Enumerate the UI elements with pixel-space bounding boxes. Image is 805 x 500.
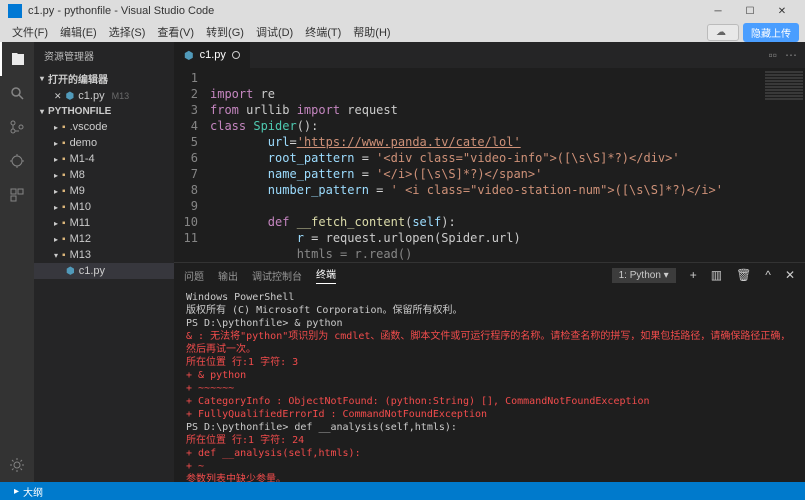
status-outline[interactable]: ▸大纲 (8, 484, 49, 499)
python-file-icon: ⬢ (66, 91, 75, 102)
chevron-right-icon: ▸ (54, 139, 58, 148)
extensions-icon[interactable] (0, 178, 34, 212)
menu-edit[interactable]: 编辑(E) (54, 24, 103, 40)
sidebar-folder[interactable]: ▸▪M11 (34, 215, 174, 231)
sidebar-file[interactable]: ⬢c1.py (34, 263, 174, 279)
split-terminal-icon[interactable]: ▥ (711, 268, 722, 282)
chevron-right-icon: ▸ (54, 171, 58, 180)
kill-terminal-icon[interactable]: 🗑 (736, 268, 751, 282)
close-panel-icon[interactable]: ✕ (785, 268, 795, 282)
tab-c1py[interactable]: ⬢ c1.py (174, 42, 251, 68)
chevron-down-icon: ▾ (54, 251, 58, 260)
panel-tab-output[interactable]: 输出 (218, 268, 238, 283)
statusbar: ▸大纲 (0, 482, 805, 500)
activity-bar (0, 42, 34, 482)
sidebar: 资源管理器 ▾打开的编辑器 ✕⬢c1.pyM13 ▾PYTHONFILE ▸▪.… (34, 42, 174, 482)
folder-icon: ▪ (62, 202, 66, 213)
chevron-down-icon: ▾ (40, 74, 44, 83)
menu-terminal[interactable]: 终端(T) (299, 24, 347, 40)
folder-icon: ▪ (62, 218, 66, 229)
sidebar-folder[interactable]: ▸▪.vscode (34, 119, 174, 135)
chevron-right-icon: ▸ (14, 486, 19, 497)
debug-icon[interactable] (0, 144, 34, 178)
minimize-button[interactable]: ─ (703, 1, 733, 21)
upload-button[interactable]: 隐藏上传 (743, 23, 799, 42)
sidebar-folder[interactable]: ▸▪M9 (34, 183, 174, 199)
chevron-down-icon: ▾ (664, 270, 669, 281)
sidebar-folder[interactable]: ▸▪M1-4 (34, 151, 174, 167)
panel-tab-debug[interactable]: 调试控制台 (252, 268, 302, 283)
sidebar-folder[interactable]: ▾▪M13 (34, 247, 174, 263)
open-editors-section[interactable]: ▾打开的编辑器 (34, 69, 174, 88)
close-icon[interactable]: ✕ (54, 91, 62, 102)
line-numbers: 1234567891011 (174, 68, 210, 262)
menu-view[interactable]: 查看(V) (151, 24, 200, 40)
sidebar-folder[interactable]: ▸▪M8 (34, 167, 174, 183)
chevron-right-icon: ▸ (54, 235, 58, 244)
panel: 问题 输出 调试控制台 终端 1: Python ▾ + ▥ 🗑 ^ ✕ Win… (174, 262, 805, 482)
source-control-icon[interactable] (0, 110, 34, 144)
terminal-selector[interactable]: 1: Python ▾ (612, 268, 676, 283)
chevron-right-icon: ▸ (54, 203, 58, 212)
chevron-right-icon: ▸ (54, 187, 58, 196)
menubar: 文件(F) 编辑(E) 选择(S) 查看(V) 转到(G) 调试(D) 终端(T… (0, 22, 805, 42)
chevron-right-icon: ▸ (54, 123, 58, 132)
workspace-section[interactable]: ▾PYTHONFILE (34, 104, 174, 119)
terminal[interactable]: Windows PowerShell版权所有 (C) Microsoft Cor… (174, 287, 805, 482)
menu-debug[interactable]: 调试(D) (250, 24, 299, 40)
cloud-icon: ☁ (716, 27, 726, 38)
menu-go[interactable]: 转到(G) (200, 24, 250, 40)
panel-tab-problems[interactable]: 问题 (184, 268, 204, 283)
tab-label: c1.py (200, 49, 226, 61)
cloud-button[interactable]: ☁ (707, 24, 739, 41)
sidebar-folder[interactable]: ▸▪M12 (34, 231, 174, 247)
folder-icon: ▪ (62, 250, 66, 261)
folder-icon: ▪ (62, 186, 66, 197)
chevron-right-icon: ▸ (54, 155, 58, 164)
folder-icon: ▪ (62, 122, 66, 133)
open-editor-item[interactable]: ✕⬢c1.pyM13 (34, 88, 174, 104)
folder-icon: ▪ (62, 234, 66, 245)
menu-help[interactable]: 帮助(H) (347, 24, 396, 40)
chevron-down-icon: ▾ (40, 107, 44, 116)
explorer-icon[interactable] (0, 42, 34, 76)
chevron-right-icon: ▸ (54, 219, 58, 228)
code-content[interactable]: import re from urllib import request cla… (210, 68, 763, 262)
split-editor-icon[interactable]: ▫▫ (768, 48, 777, 62)
maximize-button[interactable]: ☐ (735, 1, 765, 21)
window-title: c1.py - pythonfile - Visual Studio Code (28, 5, 703, 17)
code-editor[interactable]: 1234567891011 import re from urllib impo… (174, 68, 805, 262)
sidebar-folder[interactable]: ▸▪M10 (34, 199, 174, 215)
more-icon[interactable]: ⋯ (785, 48, 797, 62)
sidebar-title: 资源管理器 (34, 42, 174, 69)
folder-icon: ▪ (62, 138, 66, 149)
new-terminal-icon[interactable]: + (690, 268, 697, 282)
menu-selection[interactable]: 选择(S) (103, 24, 152, 40)
titlebar: c1.py - pythonfile - Visual Studio Code … (0, 0, 805, 22)
minimap[interactable] (763, 68, 805, 262)
search-icon[interactable] (0, 76, 34, 110)
sidebar-folder[interactable]: ▸▪demo (34, 135, 174, 151)
python-file-icon: ⬢ (66, 266, 75, 277)
tab-bar: ⬢ c1.py ▫▫ ⋯ (174, 42, 805, 68)
app-icon (8, 4, 22, 18)
menu-file[interactable]: 文件(F) (6, 24, 54, 40)
python-file-icon: ⬢ (184, 49, 194, 62)
maximize-panel-icon[interactable]: ^ (765, 268, 771, 282)
close-button[interactable]: ✕ (767, 1, 797, 21)
panel-tab-terminal[interactable]: 终端 (316, 266, 336, 284)
folder-icon: ▪ (62, 170, 66, 181)
folder-icon: ▪ (62, 154, 66, 165)
panel-tabs: 问题 输出 调试控制台 终端 1: Python ▾ + ▥ 🗑 ^ ✕ (174, 263, 805, 287)
modified-indicator-icon (232, 51, 240, 59)
settings-icon[interactable] (0, 448, 34, 482)
